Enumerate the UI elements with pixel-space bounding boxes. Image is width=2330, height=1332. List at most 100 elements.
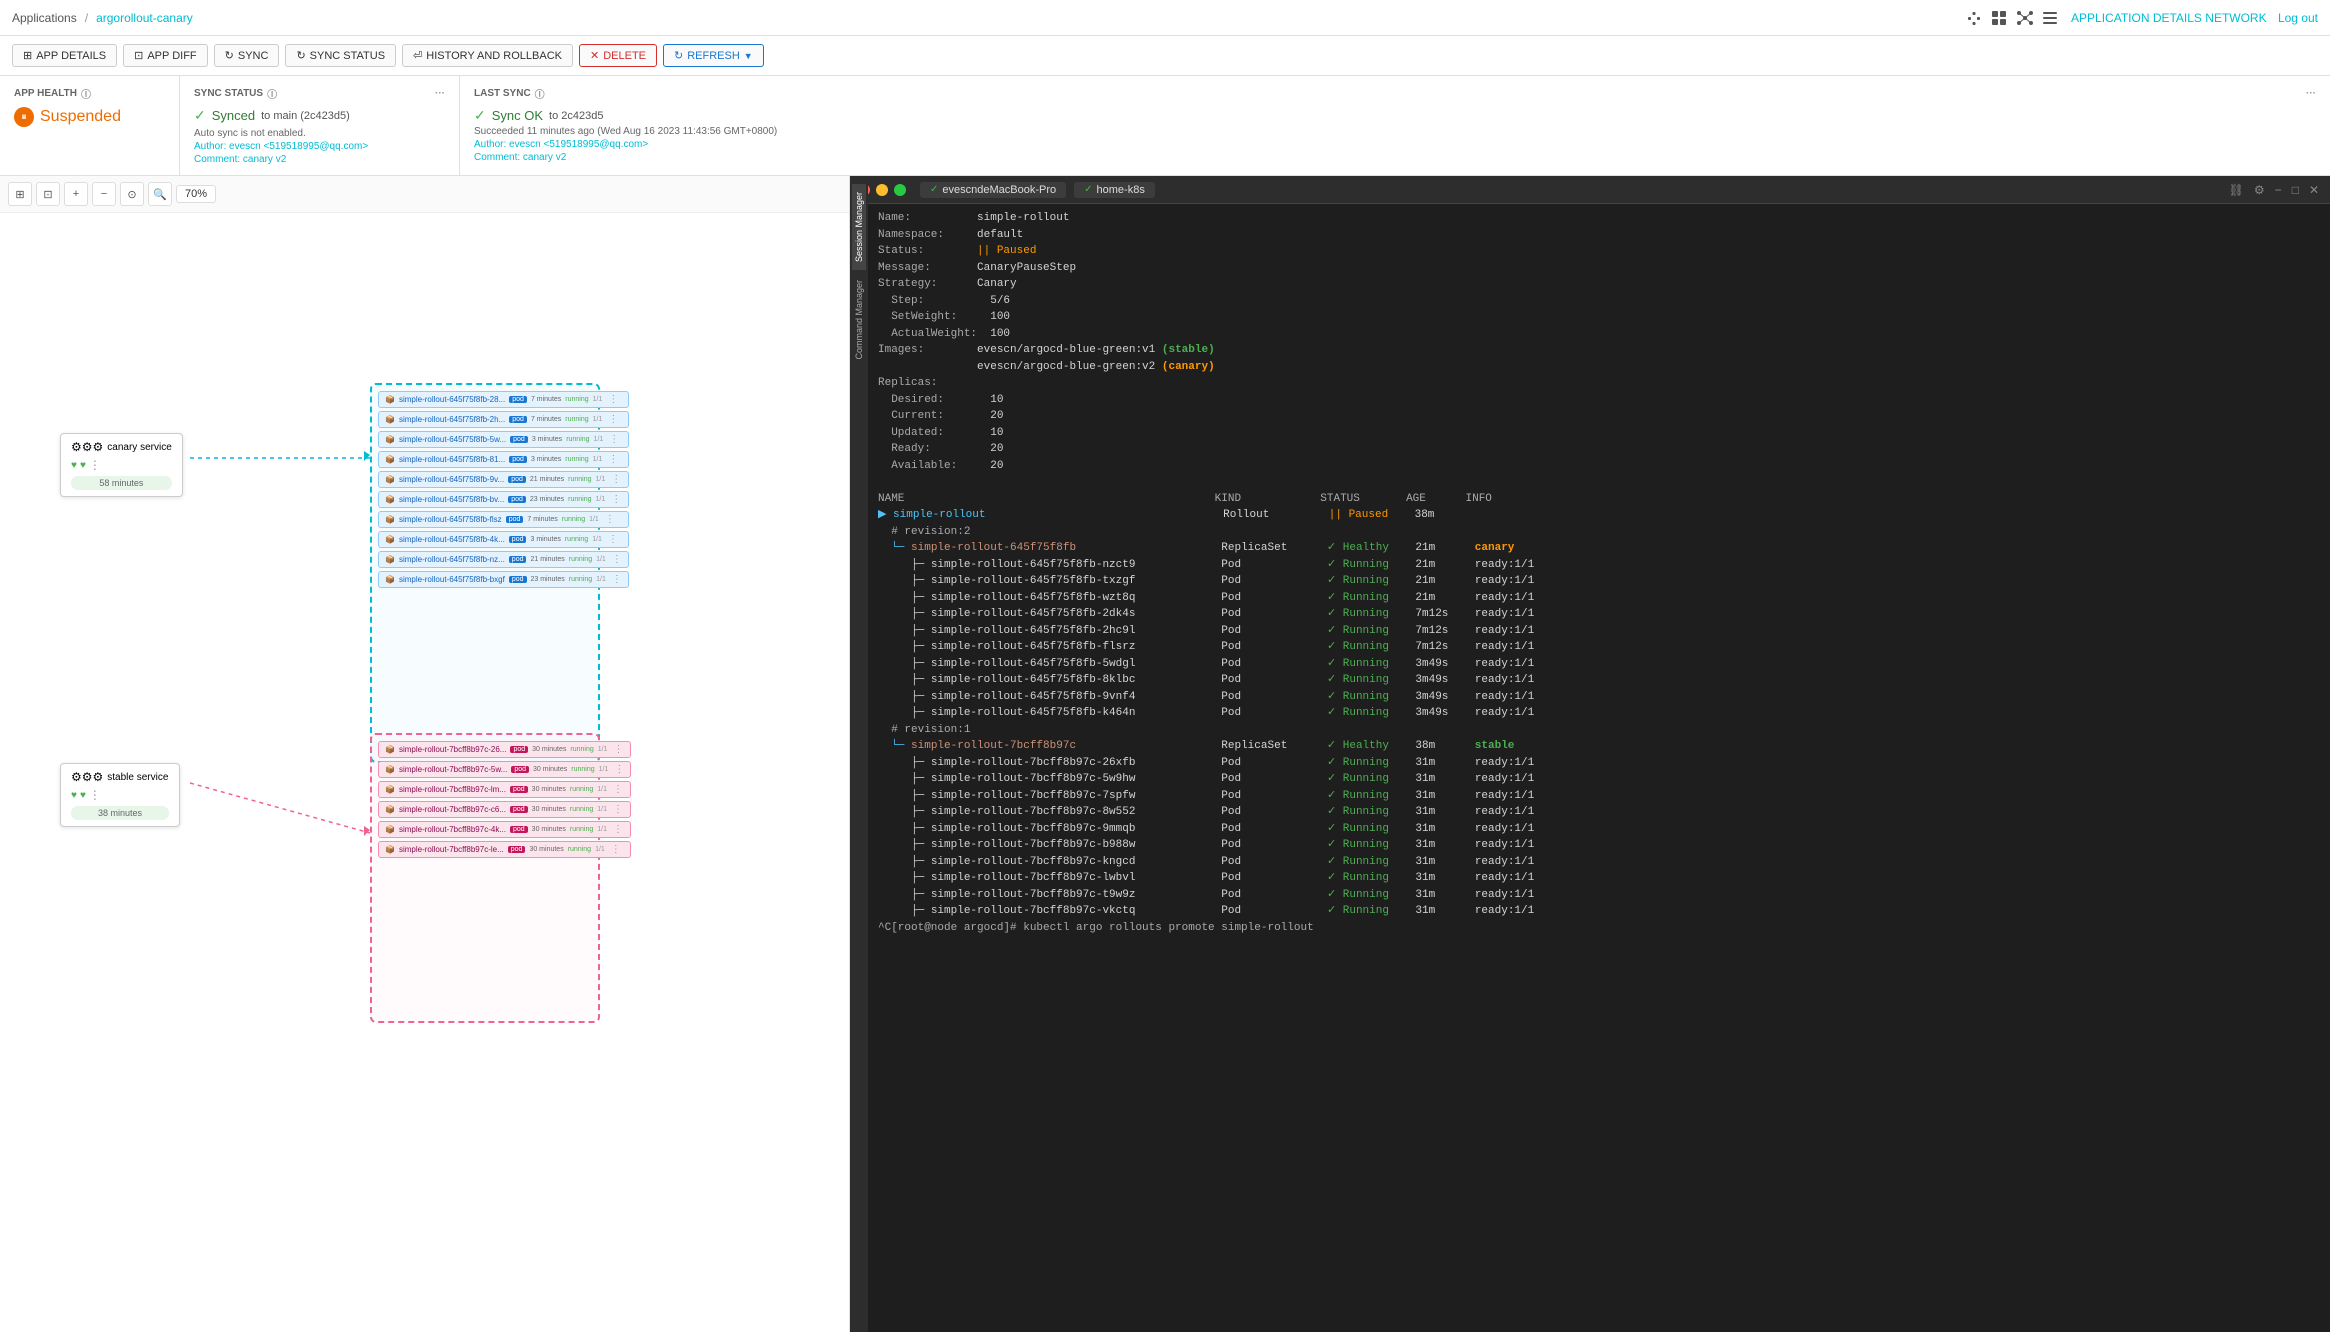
sync-button[interactable]: ↻ SYNC xyxy=(214,44,280,67)
canary-pods-group: 📦simple-rollout-645f75f8fb-28...pod7 min… xyxy=(378,391,629,591)
top-nav-right: APPLICATION DETAILS NETWORK Log out xyxy=(1965,9,2318,27)
last-sync-label: LAST SYNC ⓘ ··· xyxy=(474,86,2316,101)
app-details-network-label: APPLICATION DETAILS NETWORK xyxy=(2071,11,2267,25)
suspended-icon: ⏸ xyxy=(14,107,34,127)
app-details-button[interactable]: ⊞ APP DETAILS xyxy=(12,44,117,67)
tab1-check-icon: ✓ xyxy=(930,184,938,195)
last-sync-section: LAST SYNC ⓘ ··· ✓ Sync OK to 2c423d5 Suc… xyxy=(460,76,2330,175)
toolbar: ⊞ APP DETAILS ⊡ APP DIFF ↻ SYNC ↻ SYNC S… xyxy=(0,36,2330,76)
stable-pod-5[interactable]: 📦simple-rollout-7bcff8b97c-le...pod30 mi… xyxy=(378,841,631,858)
sync-status-menu[interactable]: ··· xyxy=(435,88,445,99)
canary-service-menu[interactable]: ⋮ xyxy=(89,458,101,472)
sync-ok-check-icon: ✓ xyxy=(474,107,486,124)
canary-pod-3[interactable]: 📦simple-rollout-645f75f8fb-81...pod3 min… xyxy=(378,451,629,468)
breadcrumb: Applications / argorollout-canary xyxy=(12,11,193,25)
status-bar: APP HEALTH ⓘ ⏸ Suspended SYNC STATUS ⓘ ·… xyxy=(0,76,2330,176)
sync-icon: ↻ xyxy=(225,49,234,62)
logout-link[interactable]: Log out xyxy=(2278,11,2318,25)
stable-pod-2[interactable]: 📦simple-rollout-7bcff8b97c-lm...pod30 mi… xyxy=(378,781,631,798)
terminal-settings-icon[interactable]: ⚙ xyxy=(2251,183,2268,197)
tab2-check-icon: ✓ xyxy=(1084,184,1092,195)
list-icon[interactable] xyxy=(2041,9,2059,27)
sync-ok-row: ✓ Sync OK to 2c423d5 xyxy=(474,107,2316,124)
app-health-section: APP HEALTH ⓘ ⏸ Suspended xyxy=(0,76,180,175)
terminal-titlebar: ✓ evescndeMacBook-Pro ✓ home-k8s ⛓ ⚙ − □… xyxy=(850,176,2330,204)
sync-author: Author: evescn <519518995@qq.com> xyxy=(194,141,445,152)
command-manager-tab[interactable]: Command Manager xyxy=(852,272,866,368)
zoom-out-button[interactable]: − xyxy=(92,182,116,206)
refresh-icon: ↻ xyxy=(674,49,683,62)
canary-pod-2[interactable]: 📦simple-rollout-645f75f8fb-5w...pod3 min… xyxy=(378,431,629,448)
delete-icon: ✕ xyxy=(590,49,599,62)
app-details-icon: ⊞ xyxy=(23,49,32,62)
synced-check-icon: ✓ xyxy=(194,107,206,124)
graph-area: ⊞ ⊡ + − ⊙ 🔍 70% xyxy=(0,176,850,1332)
diff-icon: ⊡ xyxy=(134,49,143,62)
fit-button[interactable]: ⊡ xyxy=(36,182,60,206)
terminal-tabs: ✓ evescndeMacBook-Pro ✓ home-k8s xyxy=(920,182,1155,198)
last-sync-menu[interactable]: ··· xyxy=(2306,88,2316,99)
canary-pod-1[interactable]: 📦simple-rollout-645f75f8fb-2h...pod7 min… xyxy=(378,411,629,428)
stable-pods-group: 📦simple-rollout-7bcff8b97c-26...pod30 mi… xyxy=(378,741,631,861)
terminal-tab-2[interactable]: ✓ home-k8s xyxy=(1074,182,1155,198)
canary-pod-9[interactable]: 📦simple-rollout-645f75f8fb-bxgfpod23 min… xyxy=(378,571,629,588)
canary-pod-8[interactable]: 📦simple-rollout-645f75f8fb-nz...pod21 mi… xyxy=(378,551,629,568)
sync-auto-note: Auto sync is not enabled. xyxy=(194,128,445,139)
terminal-minimize-icon[interactable]: − xyxy=(2272,183,2285,197)
stable-pod-0[interactable]: 📦simple-rollout-7bcff8b97c-26...pod30 mi… xyxy=(378,741,631,758)
layout-button[interactable]: ⊞ xyxy=(8,182,32,206)
main-content: ⊞ ⊡ + − ⊙ 🔍 70% xyxy=(0,176,2330,1332)
history-rollback-button[interactable]: ⏎ HISTORY AND ROLLBACK xyxy=(402,44,573,67)
graph-toolbar: ⊞ ⊡ + − ⊙ 🔍 70% xyxy=(0,176,849,213)
side-tabs: Session Manager Command Manager xyxy=(850,176,868,1332)
canary-pod-0[interactable]: 📦simple-rollout-645f75f8fb-28...pod7 min… xyxy=(378,391,629,408)
terminal-content[interactable]: Name: simple-rollout Namespace: default … xyxy=(850,204,2330,1332)
traffic-light-green[interactable] xyxy=(894,184,906,196)
topology-icon[interactable] xyxy=(1965,9,1983,27)
zoom-display: 70% xyxy=(176,185,216,203)
delete-button[interactable]: ✕ DELETE xyxy=(579,44,657,67)
sync-ok-author: Author: evescn <519518995@qq.com> xyxy=(474,139,2316,150)
stable-service-menu[interactable]: ⋮ xyxy=(89,788,101,802)
app-diff-button[interactable]: ⊡ APP DIFF xyxy=(123,44,208,67)
refresh-dropdown-icon: ▼ xyxy=(744,51,753,61)
canary-pod-6[interactable]: 📦simple-rollout-645f75f8fb-flszpod7 minu… xyxy=(378,511,629,528)
view-icons xyxy=(1965,9,2067,27)
terminal-panel: Session Manager Command Manager ✓ evescn… xyxy=(850,176,2330,1332)
stable-pod-3[interactable]: 📦simple-rollout-7bcff8b97c-c6...pod30 mi… xyxy=(378,801,631,818)
sync-comment: Comment: canary v2 xyxy=(194,154,445,165)
terminal-close-icon[interactable]: ✕ xyxy=(2306,183,2322,197)
terminal-maximize-icon[interactable]: □ xyxy=(2289,183,2302,197)
stable-pod-4[interactable]: 📦simple-rollout-7bcff8b97c-4k...pod30 mi… xyxy=(378,821,631,838)
applications-link[interactable]: Applications xyxy=(12,11,77,25)
last-sync-info-icon[interactable]: ⓘ xyxy=(535,86,545,101)
refresh-button[interactable]: ↻ REFRESH ▼ xyxy=(663,44,764,67)
canary-pod-7[interactable]: 📦simple-rollout-645f75f8fb-4k...pod3 min… xyxy=(378,531,629,548)
canary-pod-4[interactable]: 📦simple-rollout-645f75f8fb-9v...pod21 mi… xyxy=(378,471,629,488)
synced-row: ✓ Synced to main (2c423d5) xyxy=(194,107,445,124)
zoom-in-button[interactable]: + xyxy=(64,182,88,206)
network-icon[interactable] xyxy=(2016,9,2034,27)
zoom-magnify-button[interactable]: 🔍 xyxy=(148,182,172,206)
app-name: argorollout-canary xyxy=(96,11,193,25)
sync-status-label: SYNC STATUS ⓘ ··· xyxy=(194,86,445,101)
top-nav: Applications / argorollout-canary APPLIC… xyxy=(0,0,2330,36)
stable-service-node[interactable]: ⚙⚙⚙ stable service ♥ ♥ ⋮ 38 minutes xyxy=(60,763,180,827)
app-health-info-icon[interactable]: ⓘ xyxy=(81,86,91,101)
sync-ok-comment: Comment: canary v2 xyxy=(474,152,2316,163)
zoom-fit-button[interactable]: ⊙ xyxy=(120,182,144,206)
terminal-chain-icon[interactable]: ⛓ xyxy=(2226,183,2247,197)
canary-service-node[interactable]: ⚙⚙⚙ canary service ♥ ♥ ⋮ 58 minutes xyxy=(60,433,183,497)
sync-status-section: SYNC STATUS ⓘ ··· ✓ Synced to main (2c42… xyxy=(180,76,460,175)
sync-status-button[interactable]: ↻ SYNC STATUS xyxy=(285,44,396,67)
breadcrumb-sep: / xyxy=(85,11,88,25)
terminal-tab-1[interactable]: ✓ evescndeMacBook-Pro xyxy=(920,182,1066,198)
sync-status-info-icon[interactable]: ⓘ xyxy=(267,86,277,101)
session-manager-tab[interactable]: Session Manager xyxy=(852,184,866,270)
health-value: ⏸ Suspended xyxy=(14,107,165,127)
traffic-light-yellow[interactable] xyxy=(876,184,888,196)
stable-pod-1[interactable]: 📦simple-rollout-7bcff8b97c-5w...pod30 mi… xyxy=(378,761,631,778)
canary-pod-5[interactable]: 📦simple-rollout-645f75f8fb-bv...pod23 mi… xyxy=(378,491,629,508)
graph-canvas[interactable]: ⚙⚙⚙ canary service ♥ ♥ ⋮ 58 minutes ⚙⚙⚙ … xyxy=(0,213,849,1331)
grid-icon[interactable] xyxy=(1990,9,2008,27)
